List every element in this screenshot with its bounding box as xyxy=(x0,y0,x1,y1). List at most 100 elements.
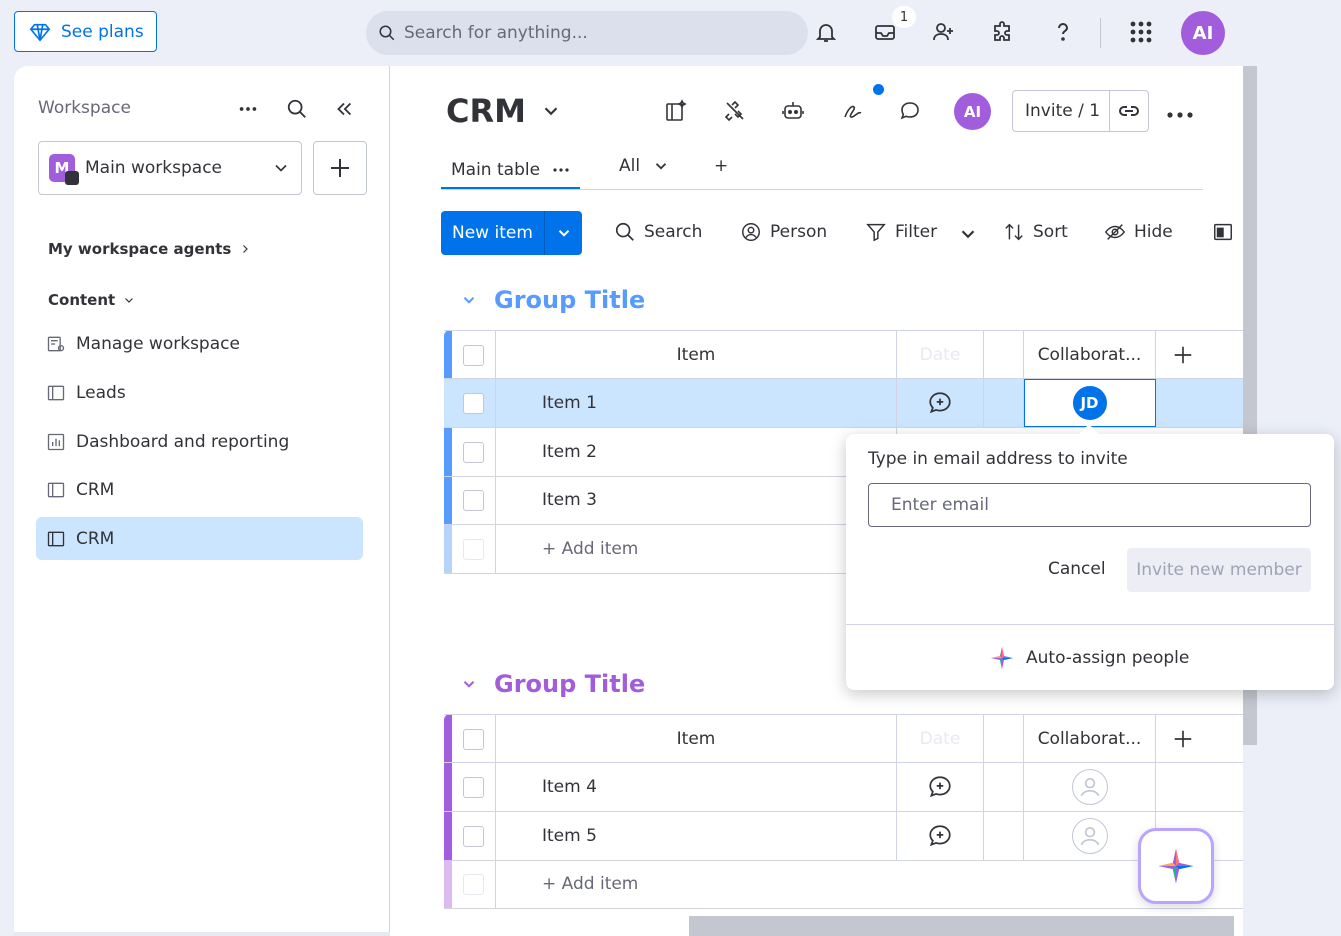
board-horizontal-scrollbar[interactable] xyxy=(689,916,1234,936)
sidebar-item-crm[interactable]: CRM xyxy=(36,468,363,511)
auto-assign-button[interactable]: Auto-assign people xyxy=(990,646,1189,670)
layout-icon[interactable] xyxy=(1212,221,1234,243)
column-header-date[interactable]: Date xyxy=(897,715,984,763)
invite-new-member-button[interactable]: Invite new member xyxy=(1127,548,1311,592)
chevron-down-icon[interactable] xyxy=(460,675,478,693)
board-title[interactable]: CRM xyxy=(446,92,562,130)
column-header-collaborators[interactable]: Collaborat... xyxy=(1024,331,1156,379)
help-icon[interactable] xyxy=(1049,18,1077,46)
row-checkbox[interactable] xyxy=(463,441,484,463)
row-checkbox[interactable] xyxy=(463,825,484,847)
add-view-button[interactable]: + xyxy=(714,156,728,176)
integrations-icon[interactable] xyxy=(721,97,749,125)
chevron-down-icon[interactable] xyxy=(545,224,582,242)
sidebar-item-crm-active[interactable]: CRM xyxy=(36,517,363,560)
ai-assistant-button[interactable] xyxy=(1138,828,1214,904)
group-title-1[interactable]: Group Title xyxy=(460,286,645,314)
collaborators-cell[interactable]: JD xyxy=(1024,379,1156,427)
workspace-agents-link[interactable]: My workspace agents xyxy=(48,240,251,258)
filter-button[interactable]: Filter xyxy=(865,221,937,243)
table-row[interactable]: Item 1 JD xyxy=(444,379,1243,428)
comments-icon[interactable] xyxy=(896,97,924,125)
workspace-logo: M xyxy=(49,154,79,185)
board-title-text: CRM xyxy=(446,92,526,130)
select-all-checkbox[interactable] xyxy=(463,728,484,750)
hide-button[interactable]: Hide xyxy=(1104,221,1173,243)
search-button[interactable]: Search xyxy=(614,221,702,243)
more-options-icon[interactable] xyxy=(552,167,570,173)
more-options-icon[interactable] xyxy=(234,95,262,123)
whiteboard-icon[interactable] xyxy=(839,97,867,125)
column-header-date[interactable]: Date xyxy=(897,331,984,379)
row-checkbox[interactable] xyxy=(463,392,484,414)
copy-link-icon[interactable] xyxy=(1110,99,1148,123)
add-column-button[interactable] xyxy=(1156,715,1210,763)
apps-marketplace-icon[interactable] xyxy=(989,18,1017,46)
content-section-toggle[interactable]: Content xyxy=(48,291,135,309)
chevron-down-icon[interactable] xyxy=(460,291,478,309)
chevron-down-icon xyxy=(655,163,667,170)
group-title-text: Group Title xyxy=(494,670,646,698)
add-item-input[interactable]: + Add item xyxy=(496,525,896,573)
new-item-button[interactable]: New item xyxy=(441,211,582,255)
see-plans-label: See plans xyxy=(61,21,144,42)
search-icon[interactable] xyxy=(283,95,311,123)
filter-dropdown-icon[interactable] xyxy=(957,223,979,245)
add-update-icon[interactable] xyxy=(897,379,984,427)
row-checkbox[interactable] xyxy=(463,489,484,511)
group-title-2[interactable]: Group Title xyxy=(460,670,645,698)
board-more-options-icon[interactable] xyxy=(1166,98,1194,126)
apps-grid-icon[interactable] xyxy=(1126,18,1156,46)
tab-all-view[interactable]: All xyxy=(619,156,670,176)
sort-icon xyxy=(1005,223,1023,241)
sidebar-item-manage-workspace[interactable]: Manage workspace xyxy=(36,322,363,365)
row-checkbox[interactable] xyxy=(463,776,484,798)
select-all-checkbox[interactable] xyxy=(463,344,484,366)
add-update-icon[interactable] xyxy=(897,812,984,860)
collapse-sidebar-icon[interactable] xyxy=(330,95,358,123)
item-name-cell[interactable]: Item 3 xyxy=(496,476,897,524)
column-header-blank xyxy=(984,715,1024,763)
email-field[interactable] xyxy=(868,483,1311,527)
item-name-cell[interactable]: Item 2 xyxy=(496,428,897,476)
add-item-input[interactable]: + Add item xyxy=(496,860,896,908)
row-checkbox-disabled xyxy=(463,538,484,560)
add-item-row[interactable]: + Add item xyxy=(444,860,1243,909)
sidebar-item-leads[interactable]: Leads xyxy=(36,371,363,414)
column-header-item[interactable]: Item xyxy=(496,715,897,763)
add-workspace-button[interactable] xyxy=(313,141,367,195)
person-filter-button[interactable]: Person xyxy=(740,221,827,243)
group-color-stripe-light xyxy=(444,860,452,908)
invite-members-icon[interactable] xyxy=(929,18,957,46)
global-search-input[interactable]: Search for anything... xyxy=(366,11,808,55)
table-row[interactable]: Item 5 xyxy=(444,812,1243,861)
assignee-avatar[interactable]: JD xyxy=(1070,384,1109,422)
add-update-icon[interactable] xyxy=(897,763,984,811)
see-plans-button[interactable]: See plans xyxy=(14,11,157,52)
blank-cell xyxy=(984,763,1024,811)
sort-button[interactable]: Sort xyxy=(1003,221,1068,243)
tab-main-table[interactable]: Main table xyxy=(441,152,581,189)
notifications-bell-icon[interactable] xyxy=(812,18,840,46)
user-avatar[interactable]: AI xyxy=(1181,11,1225,55)
item-name-cell[interactable]: Item 1 xyxy=(496,379,897,427)
sidebar-scrollbar[interactable] xyxy=(14,932,390,936)
table-row[interactable]: Item 4 xyxy=(444,763,1243,812)
collaborators-cell[interactable] xyxy=(1024,812,1156,860)
person-placeholder-icon[interactable] xyxy=(1071,818,1108,854)
automations-icon[interactable] xyxy=(779,97,807,125)
workspace-selector[interactable]: M Main workspace xyxy=(38,141,302,195)
diamond-icon xyxy=(29,23,51,42)
column-header-item[interactable]: Item xyxy=(496,331,897,379)
cancel-button[interactable]: Cancel xyxy=(1048,559,1106,579)
item-name-cell[interactable]: Item 5 xyxy=(496,812,897,860)
sidebar-item-dashboard[interactable]: Dashboard and reporting xyxy=(36,420,363,463)
collaborators-cell[interactable] xyxy=(1024,763,1156,811)
add-column-button[interactable] xyxy=(1156,331,1210,379)
person-placeholder-icon[interactable] xyxy=(1071,769,1108,805)
sidekick-icon[interactable] xyxy=(662,97,690,125)
column-header-collaborators[interactable]: Collaborat... xyxy=(1024,715,1156,763)
invite-button[interactable]: Invite / 1 xyxy=(1012,90,1149,132)
board-user-avatar[interactable]: AI xyxy=(954,93,991,130)
item-name-cell[interactable]: Item 4 xyxy=(496,763,897,811)
